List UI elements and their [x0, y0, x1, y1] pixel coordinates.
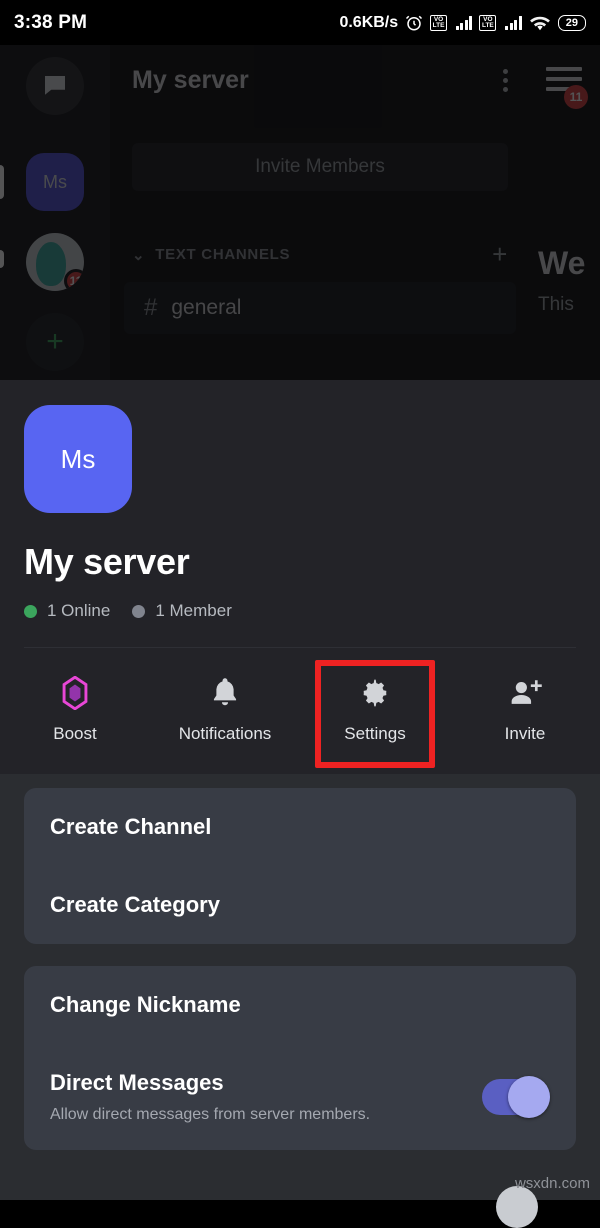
- rail-active-pill: [0, 165, 4, 199]
- toggle-knob-partial: [496, 1186, 538, 1228]
- backdrop-server-title: My server: [132, 65, 249, 94]
- network-speed-label: 0.6KB/s: [339, 13, 399, 31]
- signal-bars-2: [505, 15, 522, 30]
- boost-diamond-icon: [60, 676, 90, 710]
- chevron-down-icon: ⌄: [132, 246, 146, 264]
- channel-pane: My server Invite Members ⌄ TEXT CHANNELS…: [110, 45, 530, 380]
- page-title: My server: [24, 541, 190, 582]
- server-stats: 1 Online 1 Member: [24, 601, 576, 621]
- direct-messages-description: Allow direct messages from server member…: [50, 1106, 371, 1123]
- member-status-dot: [132, 604, 146, 618]
- add-channel-icon[interactable]: +: [492, 239, 508, 270]
- watermark: wsxdn.com: [514, 1175, 590, 1192]
- online-status-dot: [24, 604, 37, 618]
- category-label: TEXT CHANNELS: [155, 246, 291, 263]
- create-category-row[interactable]: Create Category: [24, 866, 576, 944]
- notifications-button[interactable]: Notifications: [150, 666, 300, 754]
- member-settings-card: Change Nickname Direct Messages Allow di…: [24, 966, 576, 1150]
- server-avatar-initials: Ms: [60, 443, 96, 474]
- create-category-text: Create Category: [50, 892, 550, 918]
- change-nickname-text: Change Nickname: [50, 992, 550, 1018]
- wifi-icon: [529, 14, 551, 32]
- server-rail-item-ms[interactable]: Ms: [26, 153, 84, 211]
- hamburger-menu-icon[interactable]: 11: [546, 67, 588, 109]
- create-channel-text: Create Channel: [50, 814, 550, 840]
- member-count: 1 Member: [132, 601, 232, 621]
- change-nickname-row[interactable]: Change Nickname: [24, 966, 576, 1044]
- volte-icon-2: VO LTE: [479, 14, 497, 31]
- welcome-subtitle-partial: This: [538, 294, 574, 315]
- direct-messages-text: Direct Messages Allow direct messages fr…: [50, 1070, 468, 1124]
- text-channels-category[interactable]: ⌄ TEXT CHANNELS +: [132, 239, 508, 270]
- add-server-button[interactable]: +: [26, 313, 84, 371]
- more-vertical-icon[interactable]: [503, 68, 508, 92]
- server-rail: Ms 11 +: [0, 45, 110, 380]
- channel-name: general: [171, 296, 242, 319]
- create-channel-label: Create Channel: [50, 814, 212, 839]
- signal-bars-1: [455, 15, 473, 30]
- avatar-graphic: [36, 242, 66, 286]
- welcome-heading-partial: We: [538, 245, 586, 281]
- toggle-knob: [508, 1076, 550, 1118]
- sheet-options-list: Create Channel Create Category Change Ni…: [0, 774, 600, 1200]
- settings-button[interactable]: Settings: [300, 666, 450, 754]
- status-bar: 3:38 PM 0.6KB/s VO LTE VO LTE 29: [0, 0, 600, 45]
- online-count-label: 1 Online: [47, 601, 111, 620]
- action-row: Boost Notifications Settings Invite: [0, 648, 600, 774]
- chat-pane-preview: We This 11: [530, 45, 600, 380]
- hash-icon: #: [144, 294, 158, 321]
- create-category-label: Create Category: [50, 892, 220, 917]
- invite-label: Invite: [504, 724, 546, 743]
- boost-button[interactable]: Boost: [0, 666, 150, 754]
- direct-messages-home-icon[interactable]: [26, 57, 84, 115]
- channel-item-general[interactable]: # general: [124, 282, 516, 334]
- rail-unread-pill: [0, 250, 4, 268]
- person-add-icon: [508, 676, 542, 710]
- gear-icon: [359, 676, 391, 710]
- battery-indicator: 29: [557, 14, 586, 31]
- direct-messages-label: Direct Messages: [50, 1070, 224, 1095]
- server-avatar[interactable]: Ms: [24, 405, 132, 513]
- boost-label: Boost: [53, 724, 97, 743]
- change-nickname-label: Change Nickname: [50, 992, 241, 1017]
- status-bar-indicators: 0.6KB/s VO LTE VO LTE 29: [339, 14, 586, 32]
- members-badge: 11: [564, 85, 588, 109]
- notifications-label: Notifications: [178, 724, 272, 743]
- direct-messages-toggle[interactable]: [482, 1076, 550, 1118]
- volte-icon-1: VO LTE: [430, 14, 447, 31]
- member-count-label: 1 Member: [155, 601, 232, 620]
- server-unread-badge: 11: [64, 269, 84, 291]
- alarm-clock-icon: [405, 14, 423, 32]
- server-actions-sheet: Ms My server 1 Online 1 Member Boost Not…: [0, 380, 600, 1200]
- dimmed-app-backdrop: Ms 11 + My server Invite Members ⌄ TEXT …: [0, 45, 600, 380]
- invite-members-button[interactable]: Invite Members: [132, 143, 508, 191]
- server-rail-initials: Ms: [43, 171, 67, 192]
- create-channel-row[interactable]: Create Channel: [24, 788, 576, 866]
- online-count: 1 Online: [24, 601, 110, 621]
- bell-icon: [210, 676, 240, 710]
- channel-actions-card: Create Channel Create Category: [24, 788, 576, 944]
- server-rail-item-avatar[interactable]: 11: [26, 233, 84, 291]
- sheet-header: Ms My server 1 Online 1 Member: [0, 380, 600, 648]
- status-bar-time: 3:38 PM: [14, 11, 88, 33]
- invite-button[interactable]: Invite: [450, 666, 600, 754]
- channel-pane-header: My server: [110, 45, 530, 115]
- settings-label: Settings: [344, 724, 406, 743]
- direct-messages-row[interactable]: Direct Messages Allow direct messages fr…: [24, 1044, 576, 1150]
